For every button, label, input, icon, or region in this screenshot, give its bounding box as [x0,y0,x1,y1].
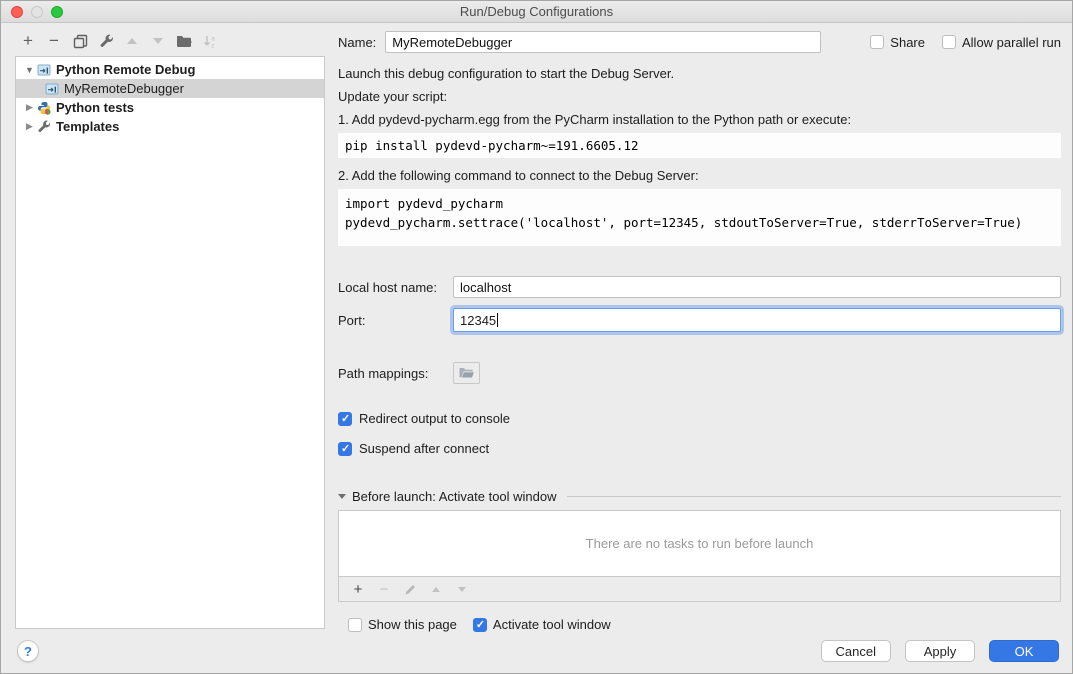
redirect-output-checkbox[interactable] [338,412,352,426]
run-debug-configurations-dialog: Run/Debug Configurations + − az ▼ Python… [0,0,1073,674]
step-1-text: 1. Add pydevd-pycharm.egg from the PyCha… [338,112,1061,128]
name-label: Name: [338,35,376,50]
add-task-icon[interactable]: + [345,580,371,598]
intro-text-2: Update your script: [338,89,1061,105]
remove-task-icon: − [371,580,397,598]
show-this-page-group[interactable]: Show this page [348,617,457,632]
port-value: 12345 [460,313,496,328]
move-task-down-icon [449,580,475,598]
tree-item-label: Python Remote Debug [56,62,195,77]
python-tests-icon [37,101,51,115]
apply-button[interactable]: Apply [905,640,975,662]
collapsed-caret-icon[interactable]: ▶ [24,102,35,113]
svg-text:a: a [211,35,215,42]
activate-tool-window-group[interactable]: Activate tool window [473,617,611,632]
port-label: Port: [338,313,453,328]
local-host-input[interactable] [453,276,1061,298]
pip-install-code: pip install pydevd-pycharm~=191.6605.12 [338,133,1061,158]
move-down-icon [145,31,171,51]
local-host-label: Local host name: [338,280,453,295]
tree-item-python-remote-debug[interactable]: ▼ Python Remote Debug [16,60,324,79]
allow-parallel-run-checkbox[interactable] [942,35,956,49]
titlebar: Run/Debug Configurations [1,1,1072,23]
help-button[interactable]: ? [17,640,39,662]
section-divider [567,496,1061,497]
configurations-tree: ▼ Python Remote Debug MyRemoteDebugger ▶… [15,56,325,629]
allow-parallel-run-label: Allow parallel run [962,35,1061,50]
ok-button[interactable]: OK [989,640,1059,662]
new-folder-icon[interactable] [171,31,197,51]
footer-buttons: Cancel Apply OK [821,640,1059,662]
path-mappings-input[interactable] [453,362,480,384]
port-row: Port: 12345 [338,308,1061,332]
intro-text-1: Launch this debug configuration to start… [338,66,1061,82]
configurations-toolbar: + − az [15,31,223,51]
show-this-page-label: Show this page [368,617,457,632]
before-launch-title: Before launch: Activate tool window [352,489,557,504]
remove-configuration-icon[interactable]: − [41,31,67,51]
suspend-after-checkbox[interactable] [338,442,352,456]
remote-debug-config-icon [37,63,51,77]
share-checkbox[interactable] [870,35,884,49]
redirect-output-label: Redirect output to console [359,411,510,426]
move-task-up-icon [423,580,449,598]
share-checkbox-group[interactable]: Share [870,35,925,50]
suspend-after-label: Suspend after connect [359,441,489,456]
suspend-after-row[interactable]: Suspend after connect [338,441,1061,456]
activate-tool-window-checkbox[interactable] [473,618,487,632]
settrace-code-block: import pydevd_pycharm pydevd_pycharm.set… [338,189,1061,246]
move-up-icon [119,31,145,51]
local-host-row: Local host name: [338,276,1061,298]
browse-folder-icon[interactable] [458,366,475,380]
tree-item-python-tests[interactable]: ▶ Python tests [16,98,324,117]
name-row: Name: Share Allow parallel run [338,31,1061,53]
name-input[interactable] [385,31,821,53]
path-mappings-row: Path mappings: [338,362,1061,384]
before-launch-header[interactable]: Before launch: Activate tool window [338,489,1061,504]
code-line-settrace: pydevd_pycharm.settrace('localhost', por… [345,213,1054,232]
activate-tool-window-label: Activate tool window [493,617,611,632]
allow-parallel-checkbox-group[interactable]: Allow parallel run [942,35,1061,50]
code-line-import: import pydevd_pycharm [345,194,1054,213]
text-caret [497,313,498,327]
tree-item-label: Templates [56,119,119,134]
tree-item-label: Python tests [56,100,134,115]
page-options-row: Show this page Activate tool window [338,617,1061,632]
show-this-page-checkbox[interactable] [348,618,362,632]
remote-debug-config-icon [45,82,59,96]
before-launch-tasks-list: There are no tasks to run before launch [338,510,1061,577]
tree-item-myremotedebugger[interactable]: MyRemoteDebugger [16,79,324,98]
sort-alphabetically-icon: az [197,31,223,51]
svg-text:z: z [211,42,214,49]
expanded-caret-icon[interactable]: ▼ [24,65,35,75]
edit-templates-wrench-icon[interactable] [93,31,119,51]
collapsed-caret-icon[interactable]: ▶ [24,121,35,132]
no-tasks-text: There are no tasks to run before launch [586,536,814,551]
step-2-text: 2. Add the following command to connect … [338,168,1061,184]
expanded-caret-icon[interactable] [338,494,346,499]
tree-item-templates[interactable]: ▶ Templates [16,117,324,136]
add-configuration-icon[interactable]: + [15,31,41,51]
configuration-editor: Name: Share Allow parallel run Launch th… [338,31,1061,632]
cancel-button[interactable]: Cancel [821,640,891,662]
path-mappings-label: Path mappings: [338,366,453,381]
window-title: Run/Debug Configurations [1,4,1072,19]
port-input[interactable]: 12345 [453,308,1061,332]
share-label: Share [890,35,925,50]
copy-configuration-icon[interactable] [67,31,93,51]
redirect-output-row[interactable]: Redirect output to console [338,411,1061,426]
tasks-toolbar: + − [338,577,1061,602]
tree-item-label: MyRemoteDebugger [64,81,184,96]
templates-wrench-icon [37,120,51,134]
edit-task-pencil-icon [397,580,423,598]
